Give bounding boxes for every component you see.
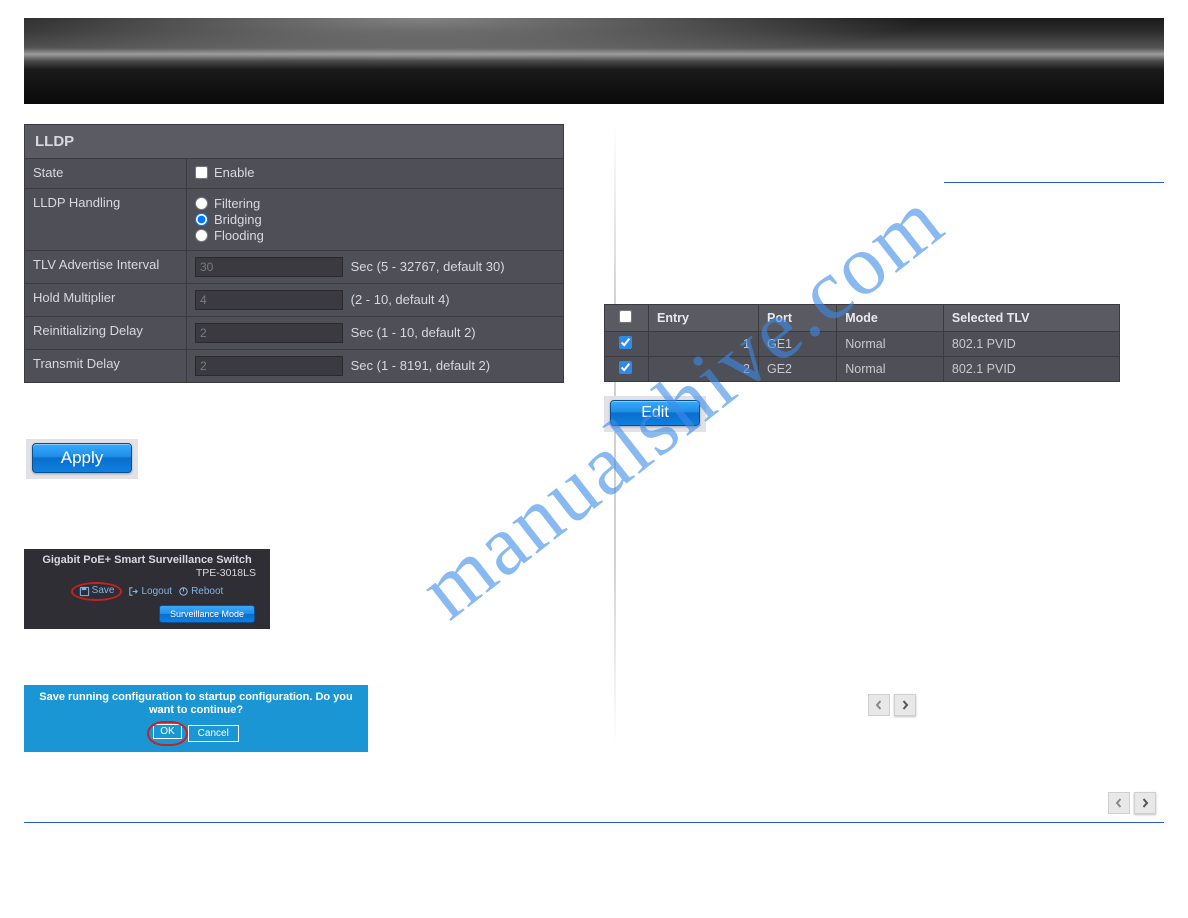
pager-next-button[interactable]	[894, 694, 916, 716]
select-all-checkbox[interactable]	[619, 310, 632, 323]
mode-header: Mode	[837, 305, 944, 332]
hold-multiplier-input[interactable]	[195, 290, 343, 310]
tlv-interval-label: TLV Advertise Interval	[25, 251, 187, 284]
handling-label: LLDP Handling	[25, 189, 187, 251]
device-logout-text: Logout	[141, 585, 172, 599]
transmit-delay-input[interactable]	[195, 356, 343, 376]
select-all-header	[605, 305, 649, 332]
reinit-delay-label: Reinitializing Delay	[25, 317, 187, 350]
handling-flooding-text: Flooding	[214, 228, 264, 243]
device-save-text: Save	[92, 584, 115, 598]
confirm-ok-button[interactable]: OK	[153, 724, 181, 739]
port-settings-table: Entry Port Mode Selected TLV 1 GE1 Norma…	[604, 304, 1120, 382]
confirm-cancel-button[interactable]: Cancel	[188, 725, 239, 742]
hold-multiplier-hint: (2 - 10, default 4)	[351, 292, 450, 307]
device-reboot-text: Reboot	[191, 585, 223, 599]
tlv-interval-hint: Sec (5 - 32767, default 30)	[351, 259, 505, 274]
hold-multiplier-label: Hold Multiplier	[25, 284, 187, 317]
apply-button[interactable]: Apply	[32, 443, 132, 473]
row-entry: 2	[649, 357, 759, 382]
row-checkbox[interactable]	[619, 361, 632, 374]
handling-flooding-radio[interactable]	[195, 229, 208, 242]
row-tlv: 802.1 PVID	[943, 332, 1119, 357]
pager-prev-button[interactable]	[1108, 792, 1130, 814]
surveillance-mode-button[interactable]: Surveillance Mode	[159, 605, 255, 623]
row-mode: Normal	[837, 332, 944, 357]
state-enable-checkbox[interactable]	[195, 166, 208, 179]
table-row: 1 GE1 Normal 802.1 PVID	[605, 332, 1120, 357]
entry-header: Entry	[649, 305, 759, 332]
state-enable-option[interactable]: Enable	[195, 165, 254, 180]
row-port: GE1	[759, 332, 837, 357]
device-reboot-button[interactable]: Reboot	[178, 585, 223, 599]
edit-button[interactable]: Edit	[610, 400, 700, 426]
handling-bridging-radio[interactable]	[195, 213, 208, 226]
handling-bridging[interactable]: Bridging	[195, 212, 555, 227]
row-entry: 1	[649, 332, 759, 357]
logout-icon	[128, 586, 139, 597]
section-underline	[944, 182, 1164, 183]
save-highlight-oval: Save	[71, 582, 123, 601]
reinit-delay-input[interactable]	[195, 323, 343, 343]
save-confirm-dialog: Save running configuration to startup co…	[24, 685, 368, 752]
device-title: Gigabit PoE+ Smart Surveillance Switch	[30, 553, 264, 567]
confirm-text: Save running configuration to startup co…	[32, 691, 360, 717]
reboot-icon	[178, 586, 189, 597]
reinit-delay-hint: Sec (1 - 10, default 2)	[351, 325, 476, 340]
handling-filtering-text: Filtering	[214, 196, 260, 211]
handling-filtering-radio[interactable]	[195, 197, 208, 210]
device-logout-button[interactable]: Logout	[128, 585, 172, 599]
row-port: GE2	[759, 357, 837, 382]
port-header: Port	[759, 305, 837, 332]
device-info-box: Gigabit PoE+ Smart Surveillance Switch T…	[24, 549, 270, 629]
tlv-header: Selected TLV	[943, 305, 1119, 332]
table-row: 2 GE2 Normal 802.1 PVID	[605, 357, 1120, 382]
bottom-divider	[24, 822, 1164, 823]
state-enable-text: Enable	[214, 165, 254, 180]
tlv-interval-input[interactable]	[195, 257, 343, 277]
pager-lower	[1108, 792, 1156, 814]
pager-prev-button[interactable]	[868, 694, 890, 716]
lldp-title: LLDP	[25, 125, 564, 159]
device-save-button[interactable]: Save	[79, 584, 115, 598]
pager-upper	[868, 694, 916, 716]
handling-flooding[interactable]: Flooding	[195, 228, 555, 243]
state-label: State	[25, 159, 187, 189]
confirm-ok-wrap: OK	[153, 725, 181, 742]
save-icon	[79, 586, 90, 597]
handling-filtering[interactable]: Filtering	[195, 196, 555, 211]
pager-next-button[interactable]	[1134, 792, 1156, 814]
row-tlv: 802.1 PVID	[943, 357, 1119, 382]
handling-bridging-text: Bridging	[214, 212, 262, 227]
device-model: TPE-3018LS	[30, 566, 264, 580]
row-mode: Normal	[837, 357, 944, 382]
transmit-delay-hint: Sec (1 - 8191, default 2)	[351, 358, 490, 373]
top-banner	[24, 18, 1164, 104]
lldp-settings-table: LLDP State Enable LLDP Handling	[24, 124, 564, 383]
row-checkbox[interactable]	[619, 336, 632, 349]
transmit-delay-label: Transmit Delay	[25, 350, 187, 383]
